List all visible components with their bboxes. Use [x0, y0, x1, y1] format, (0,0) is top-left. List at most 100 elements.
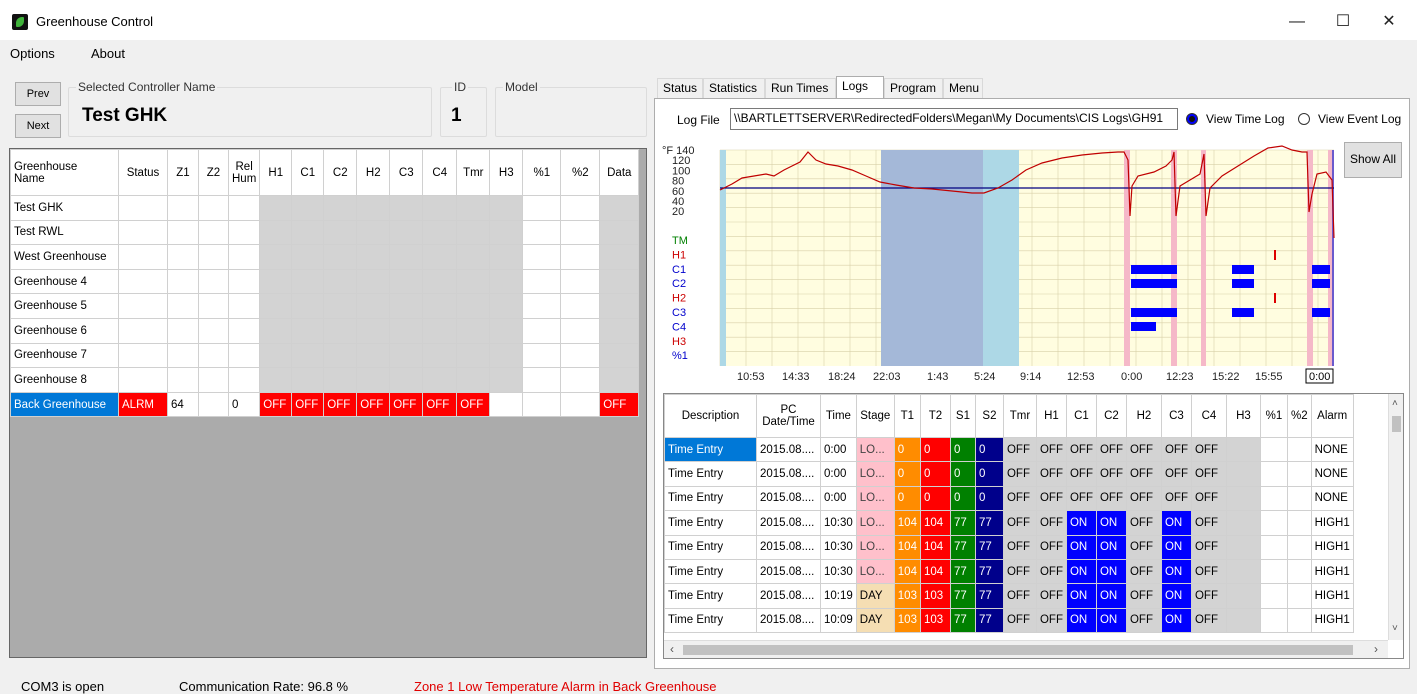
log-cell[interactable]: 10:30: [820, 558, 857, 585]
log-cell[interactable]: OFF: [1035, 461, 1067, 487]
greenhouse-row[interactable]: Back Greenhouse ALRM 64 0 OFF OFF OFF OFF OFF OFF…: [10, 391, 640, 418]
log-cell[interactable]: 0: [919, 461, 951, 487]
log-column-header[interactable]: PC Date/Time: [756, 394, 821, 438]
column-header[interactable]: Status: [118, 149, 168, 196]
greenhouse-cell[interactable]: [291, 268, 325, 295]
greenhouse-cell[interactable]: [560, 391, 601, 418]
log-cell[interactable]: OFF: [1125, 461, 1162, 487]
greenhouse-cell[interactable]: [198, 268, 229, 295]
greenhouse-cell[interactable]: [259, 195, 293, 221]
greenhouse-cell[interactable]: [599, 244, 640, 270]
log-horizontal-scrollbar[interactable]: ‹ ›: [664, 640, 1388, 658]
log-cell[interactable]: 2015.08....: [756, 534, 821, 560]
log-cell[interactable]: 0: [893, 461, 921, 487]
column-header[interactable]: Greenhouse Name: [10, 149, 119, 196]
log-cell[interactable]: OFF: [1002, 583, 1037, 609]
log-cell[interactable]: 77: [949, 558, 976, 585]
log-cell[interactable]: 0: [949, 485, 976, 512]
log-cell[interactable]: ON: [1160, 534, 1192, 560]
greenhouse-cell[interactable]: [198, 293, 229, 319]
greenhouse-cell[interactable]: [356, 195, 391, 221]
greenhouse-cell[interactable]: [323, 268, 358, 295]
menu-about[interactable]: About: [91, 46, 125, 61]
greenhouse-cell[interactable]: [167, 195, 199, 221]
greenhouse-cell[interactable]: [198, 219, 229, 246]
greenhouse-cell[interactable]: [356, 293, 391, 319]
greenhouse-cell[interactable]: [489, 391, 524, 418]
greenhouse-row[interactable]: Greenhouse 4: [10, 268, 640, 295]
column-header[interactable]: C2: [323, 149, 358, 196]
greenhouse-cell[interactable]: [489, 195, 524, 221]
log-cell[interactable]: OFF: [1125, 485, 1162, 512]
log-cell[interactable]: NONE: [1310, 485, 1354, 512]
greenhouse-name-cell[interactable]: Greenhouse 5: [10, 293, 119, 319]
greenhouse-cell[interactable]: [323, 317, 358, 344]
log-cell[interactable]: [1286, 485, 1312, 512]
log-cell[interactable]: LO...: [855, 485, 895, 512]
greenhouse-cell[interactable]: [389, 293, 424, 319]
log-cell[interactable]: 0: [919, 436, 951, 463]
log-cell[interactable]: ON: [1065, 534, 1097, 560]
greenhouse-cell[interactable]: [118, 367, 168, 393]
greenhouse-cell[interactable]: [560, 293, 601, 319]
log-cell[interactable]: OFF: [1125, 583, 1162, 609]
log-cell[interactable]: OFF: [1002, 485, 1037, 512]
log-cell[interactable]: DAY: [855, 583, 895, 609]
log-description-cell[interactable]: Time Entry: [664, 485, 757, 512]
log-cell[interactable]: OFF: [1095, 485, 1127, 512]
greenhouse-name-cell[interactable]: West Greenhouse: [10, 244, 119, 270]
greenhouse-cell[interactable]: [522, 317, 562, 344]
greenhouse-cell[interactable]: [489, 219, 524, 246]
column-header[interactable]: H1: [259, 149, 293, 196]
greenhouse-cell[interactable]: [323, 219, 358, 246]
greenhouse-cell[interactable]: [323, 367, 358, 393]
greenhouse-name-cell[interactable]: Greenhouse 6: [10, 317, 119, 344]
log-cell[interactable]: ON: [1095, 583, 1127, 609]
column-header[interactable]: Tmr: [456, 149, 491, 196]
log-column-header[interactable]: C4: [1190, 394, 1227, 438]
log-description-cell[interactable]: Time Entry: [664, 436, 757, 463]
log-cell[interactable]: 77: [974, 534, 1004, 560]
greenhouse-cell[interactable]: [522, 342, 562, 369]
log-cell[interactable]: OFF: [1190, 558, 1227, 585]
log-cell[interactable]: LO...: [855, 436, 895, 463]
log-cell[interactable]: OFF: [1190, 607, 1227, 634]
log-cell[interactable]: OFF: [1160, 461, 1192, 487]
greenhouse-cell[interactable]: [118, 244, 168, 270]
log-description-cell[interactable]: Time Entry: [664, 558, 757, 585]
maximize-button[interactable]: ☐: [1323, 8, 1363, 36]
greenhouse-cell[interactable]: [259, 293, 293, 319]
greenhouse-cell[interactable]: [599, 342, 640, 369]
greenhouse-row[interactable]: West Greenhouse: [10, 244, 640, 270]
greenhouse-cell[interactable]: [291, 367, 325, 393]
log-cell[interactable]: 77: [974, 510, 1004, 536]
log-row[interactable]: Time Entry 2015.08.... 10:19 DAY 103 103 77 77 O…: [664, 583, 1354, 609]
log-cell[interactable]: 0:00: [820, 436, 857, 463]
log-cell[interactable]: 2015.08....: [756, 485, 821, 512]
greenhouse-cell[interactable]: [422, 367, 458, 393]
greenhouse-cell[interactable]: [560, 195, 601, 221]
log-cell[interactable]: DAY: [855, 607, 895, 634]
greenhouse-cell[interactable]: [167, 244, 199, 270]
log-cell[interactable]: 2015.08....: [756, 558, 821, 585]
scroll-down-icon[interactable]: ˅: [1392, 623, 1398, 634]
greenhouse-row[interactable]: Greenhouse 8: [10, 367, 640, 393]
greenhouse-cell[interactable]: [522, 219, 562, 246]
scroll-left-icon[interactable]: ‹: [670, 642, 674, 656]
log-column-header[interactable]: Time: [820, 394, 857, 438]
log-description-cell[interactable]: Time Entry: [664, 461, 757, 487]
greenhouse-cell[interactable]: [489, 244, 524, 270]
tab-logs[interactable]: Logs: [836, 76, 884, 99]
log-cell[interactable]: OFF: [1125, 534, 1162, 560]
log-cell[interactable]: NONE: [1310, 436, 1354, 463]
greenhouse-cell[interactable]: [456, 268, 491, 295]
log-column-header[interactable]: Alarm: [1310, 394, 1354, 438]
tab-program[interactable]: Program: [884, 78, 943, 98]
greenhouse-cell[interactable]: [167, 268, 199, 295]
log-cell[interactable]: OFF: [1065, 461, 1097, 487]
log-cell[interactable]: 103: [893, 583, 921, 609]
greenhouse-cell[interactable]: [118, 317, 168, 344]
log-cell[interactable]: 104: [893, 558, 921, 585]
greenhouse-cell[interactable]: [560, 268, 601, 295]
log-column-header[interactable]: Description: [664, 394, 757, 438]
